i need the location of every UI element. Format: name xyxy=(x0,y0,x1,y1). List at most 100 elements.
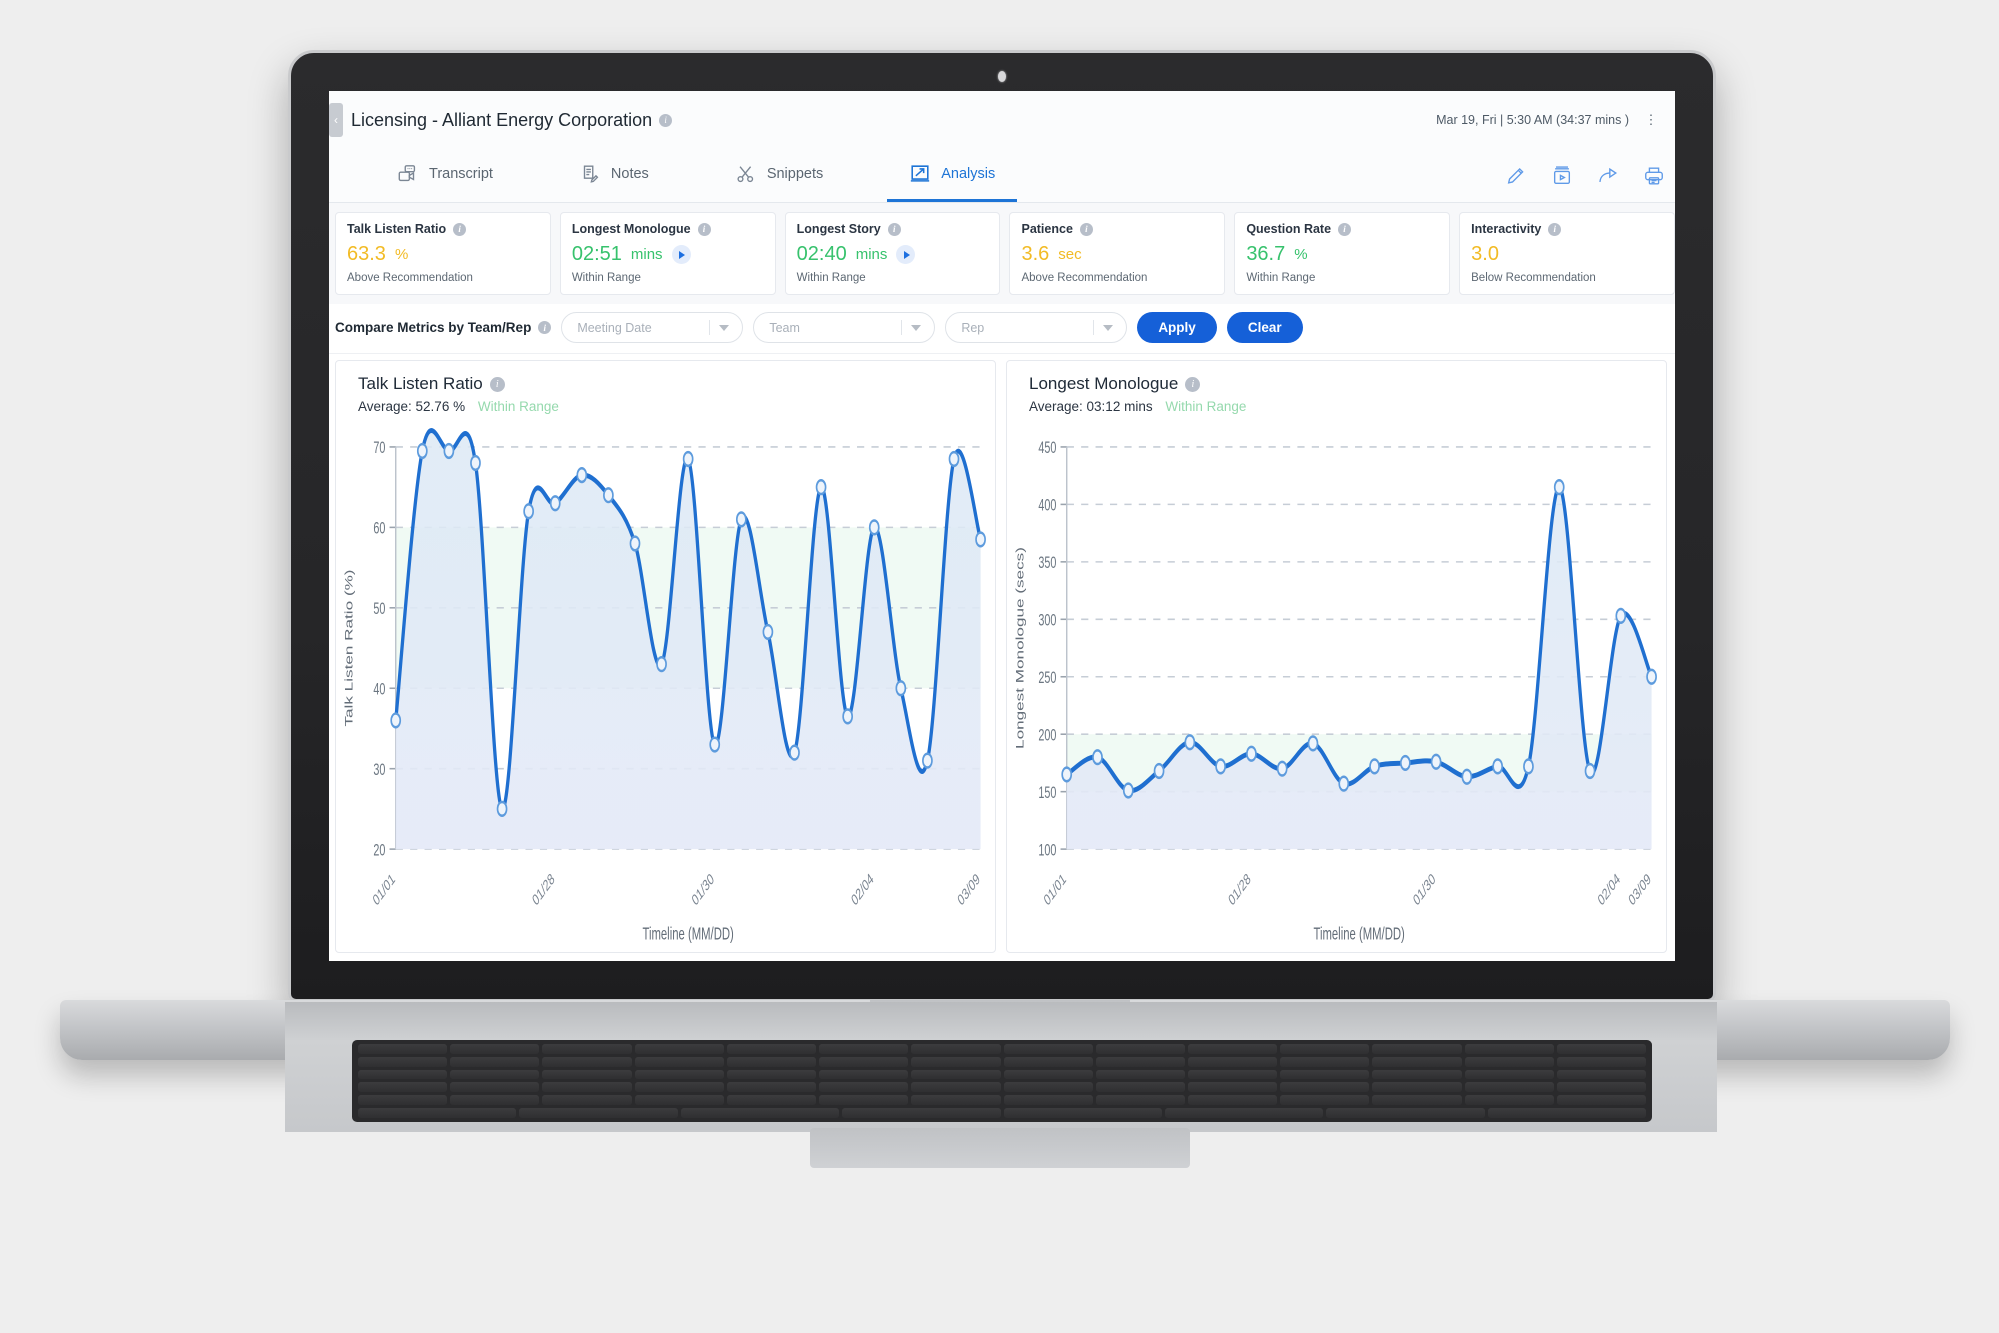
key[interactable] xyxy=(819,1056,909,1067)
play-icon[interactable] xyxy=(896,245,916,264)
back-button[interactable]: ‹ xyxy=(329,103,343,137)
key[interactable] xyxy=(542,1056,632,1067)
key[interactable] xyxy=(726,1069,817,1080)
key[interactable] xyxy=(911,1044,1001,1054)
key[interactable] xyxy=(1003,1044,1093,1054)
metric-info-icon[interactable]: i xyxy=(1079,222,1093,236)
apply-button[interactable]: Apply xyxy=(1137,312,1217,343)
key[interactable] xyxy=(1464,1095,1554,1106)
key[interactable] xyxy=(1280,1095,1370,1106)
key[interactable] xyxy=(1326,1108,1485,1118)
key[interactable] xyxy=(1464,1044,1554,1054)
key[interactable] xyxy=(358,1108,517,1118)
key[interactable] xyxy=(1187,1069,1278,1080)
key[interactable] xyxy=(1464,1082,1554,1093)
key[interactable] xyxy=(819,1044,909,1054)
key[interactable] xyxy=(911,1095,1001,1106)
share-arrow-icon[interactable] xyxy=(1597,165,1619,187)
key[interactable] xyxy=(358,1056,448,1067)
keyboard[interactable] xyxy=(352,1040,1652,1122)
key[interactable] xyxy=(358,1044,448,1054)
key[interactable] xyxy=(726,1044,817,1054)
key[interactable] xyxy=(1003,1069,1093,1080)
chart-info-icon[interactable]: i xyxy=(489,376,505,392)
key[interactable] xyxy=(1487,1108,1646,1118)
chart-info-icon[interactable]: i xyxy=(1185,376,1201,392)
key[interactable] xyxy=(1095,1095,1185,1106)
key[interactable] xyxy=(1556,1056,1647,1067)
key[interactable] xyxy=(819,1069,909,1080)
key[interactable] xyxy=(842,1108,1001,1118)
chart-plot-area[interactable]: 100 150 200 250 300 350 400 450 Longest Monologu… xyxy=(1007,422,1666,952)
metric-info-icon[interactable]: i xyxy=(1548,222,1562,236)
key[interactable] xyxy=(450,1069,540,1080)
metric-info-icon[interactable]: i xyxy=(887,222,901,236)
key[interactable] xyxy=(1280,1082,1370,1093)
key[interactable] xyxy=(1372,1069,1462,1080)
tab-transcript[interactable]: Transcript xyxy=(375,149,515,202)
metric-info-icon[interactable]: i xyxy=(697,222,711,236)
metric-info-icon[interactable]: i xyxy=(453,222,467,236)
key[interactable] xyxy=(1280,1069,1370,1080)
key[interactable] xyxy=(634,1082,724,1093)
key[interactable] xyxy=(1187,1044,1278,1054)
print-icon[interactable] xyxy=(1643,165,1665,187)
key[interactable] xyxy=(911,1069,1001,1080)
key[interactable] xyxy=(1095,1069,1185,1080)
key[interactable] xyxy=(680,1108,840,1118)
key[interactable] xyxy=(358,1082,448,1093)
key[interactable] xyxy=(1556,1095,1647,1106)
team-select[interactable]: Team xyxy=(753,312,936,343)
key[interactable] xyxy=(726,1095,817,1106)
key[interactable] xyxy=(1556,1082,1647,1093)
filter-info-icon[interactable]: i xyxy=(538,321,552,334)
tab-snippets[interactable]: Snippets xyxy=(713,149,845,202)
key[interactable] xyxy=(1095,1082,1185,1093)
meeting-date-select[interactable]: Meeting Date xyxy=(561,312,744,343)
key[interactable] xyxy=(1464,1056,1554,1067)
key[interactable] xyxy=(726,1056,817,1067)
key[interactable] xyxy=(1372,1082,1462,1093)
clear-button[interactable]: Clear xyxy=(1226,312,1303,343)
key[interactable] xyxy=(1187,1095,1278,1106)
key[interactable] xyxy=(358,1069,448,1080)
key[interactable] xyxy=(1003,1082,1093,1093)
video-archive-icon[interactable] xyxy=(1551,165,1573,187)
key[interactable] xyxy=(542,1095,632,1106)
key[interactable] xyxy=(1187,1056,1278,1067)
key[interactable] xyxy=(450,1056,540,1067)
more-options-icon[interactable]: ⋮ xyxy=(1643,112,1659,128)
key[interactable] xyxy=(911,1056,1001,1067)
key[interactable] xyxy=(634,1069,724,1080)
key[interactable] xyxy=(1003,1056,1093,1067)
key[interactable] xyxy=(1095,1056,1185,1067)
key[interactable] xyxy=(634,1044,724,1054)
key[interactable] xyxy=(1164,1108,1324,1118)
chart-plot-area[interactable]: 20 30 40 50 60 70 Talk Listen Ratio (%) 01/01 01… xyxy=(336,422,995,952)
key[interactable] xyxy=(1556,1069,1647,1080)
metric-info-icon[interactable]: i xyxy=(1338,222,1352,236)
key[interactable] xyxy=(1003,1108,1162,1118)
key[interactable] xyxy=(1095,1044,1185,1054)
key[interactable] xyxy=(1372,1056,1462,1067)
key[interactable] xyxy=(819,1082,909,1093)
key[interactable] xyxy=(634,1095,724,1106)
key[interactable] xyxy=(542,1082,632,1093)
key[interactable] xyxy=(542,1069,632,1080)
tab-notes[interactable]: Notes xyxy=(557,149,671,202)
key[interactable] xyxy=(1372,1044,1462,1054)
title-info-icon[interactable]: i xyxy=(659,113,673,127)
key[interactable] xyxy=(634,1056,724,1067)
key[interactable] xyxy=(1187,1082,1278,1093)
key[interactable] xyxy=(726,1082,817,1093)
key[interactable] xyxy=(1372,1095,1462,1106)
trackpad[interactable] xyxy=(809,1128,1190,1168)
tab-analysis[interactable]: Analysis xyxy=(887,149,1018,202)
key[interactable] xyxy=(1464,1069,1554,1080)
rep-select[interactable]: Rep xyxy=(945,312,1128,343)
edit-pencil-icon[interactable] xyxy=(1505,165,1527,187)
key[interactable] xyxy=(1280,1044,1370,1054)
key[interactable] xyxy=(1556,1044,1647,1054)
key[interactable] xyxy=(819,1095,909,1106)
key[interactable] xyxy=(1003,1095,1093,1106)
